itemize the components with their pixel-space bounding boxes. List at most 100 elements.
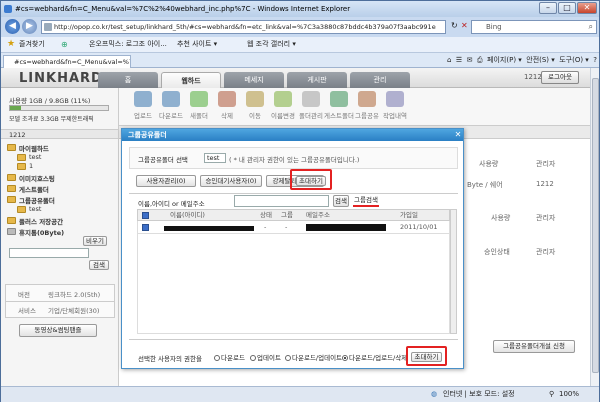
help-icon[interactable]: ? [593, 56, 597, 64]
usage-text: 사용량 1GB / 9.8GB (11%) [9, 97, 91, 105]
dialog-title: 그룹공유폴더 [122, 129, 463, 141]
add-favorite-icon[interactable]: ⊕ [61, 37, 68, 52]
address-text: http://opop.co.kr/test_setup/linkhard_5t… [54, 23, 436, 31]
col-state: 상태 [260, 211, 272, 219]
nav-tab-message[interactable]: 메세지 [224, 72, 284, 88]
nav-tab-board[interactable]: 게시판 [287, 72, 347, 88]
fav-link-2[interactable]: 추천 사이트 ▾ [177, 37, 217, 52]
tree-my-webhard[interactable]: 마이웹하드 [19, 143, 49, 153]
tab-user-manage[interactable]: 사용자관리(0) [136, 175, 196, 187]
tree-image-host[interactable]: 이미지호스팅 [19, 173, 55, 183]
favorites-star-icon: ★ [7, 39, 16, 49]
command-bar: ⌂ ☰ ✉ ⎙ 페이지(P) ▾ 안전(S) ▾ 도구(O) ▾ ? [251, 54, 597, 67]
admin-value: 1212 [536, 180, 554, 188]
nav-tab-webhard[interactable]: 웹하드 [161, 72, 221, 88]
tree-trash[interactable]: 휴지통(0Byte) [19, 227, 64, 237]
tree-plus-storage[interactable]: 플러스 저장공간 [19, 216, 63, 226]
feeds-icon[interactable]: ☰ [456, 56, 462, 64]
tab-label: #cs=webhard&fn=C_Menu&val=%7C%2%40we... [14, 58, 130, 66]
refresh-icon[interactable]: ↻ [451, 21, 458, 30]
browser-tab[interactable]: #cs=webhard&fn=C_Menu&val=%7C%2%40we... [3, 55, 131, 68]
user-search-button[interactable]: 검색 [333, 195, 349, 207]
radio-full[interactable] [342, 355, 348, 361]
print-icon[interactable]: ⎙ [477, 56, 483, 64]
fav-link-1[interactable]: 온오프믹스: 로그조 아이... [89, 37, 167, 52]
back-icon[interactable]: ◀ [5, 19, 20, 34]
perm-option-download-label: 다운로드 [221, 354, 245, 362]
service-info-box: 버전 링크하드 2.0(5th) 서비스 기업/단체회원(30) [5, 284, 115, 318]
tree-my-sub-2[interactable]: 1 [29, 162, 33, 170]
radio-download[interactable] [214, 355, 220, 361]
select-all-checkbox[interactable] [142, 212, 149, 219]
perm-option-download-update[interactable]: 다운로드/업데이트 [285, 352, 342, 362]
invite-button[interactable]: 초대하기 [411, 352, 442, 362]
col-admin-3: 관리자 [536, 248, 556, 256]
search-input[interactable]: Bing ⌕ [471, 20, 597, 34]
dialog-scrollbar[interactable] [450, 209, 457, 334]
address-toolbar: ◀ ▶ http://opop.co.kr/test_setup/linkhar… [1, 17, 599, 37]
col-name: 이름(아이디) [170, 211, 205, 219]
col-group: 그룹 [281, 211, 293, 219]
tab-invite[interactable]: 초대하기 [296, 176, 326, 186]
page-scrollbar[interactable] [590, 68, 599, 386]
search-icon[interactable]: ⌕ [589, 21, 593, 33]
row-checkbox[interactable] [142, 224, 149, 231]
radio-update[interactable] [250, 355, 256, 361]
sync-button[interactable]: 동영상&썸팅팬즐 [19, 324, 97, 337]
home-icon[interactable]: ⌂ [447, 56, 451, 64]
tree-guest-folder[interactable]: 게스트폴더 [19, 184, 49, 194]
mail-icon[interactable]: ✉ [467, 56, 473, 64]
user-search-input[interactable] [234, 195, 329, 207]
perm-option-full[interactable]: 다운로드/업로드/삭제 [342, 352, 407, 362]
col-email: 메일주소 [306, 211, 330, 219]
scroll-thumb[interactable] [592, 78, 599, 373]
zoom-icon[interactable]: ⚲ [549, 387, 554, 402]
search-button-label: 검색 [93, 261, 105, 269]
perm-option-update-label: 업데이트 [257, 354, 281, 362]
radio-download-update[interactable] [285, 355, 291, 361]
safety-menu[interactable]: 안전(S) ▾ [526, 56, 555, 64]
close-button[interactable]: ✕ [577, 2, 597, 14]
tree-group-sub[interactable]: test [29, 205, 41, 213]
page-menu[interactable]: 페이지(P) ▾ [487, 56, 522, 64]
tree-group-share[interactable]: 그룹공유폴더 [19, 195, 55, 205]
tree-my-sub-1[interactable]: test [29, 153, 41, 161]
maximize-button[interactable]: □ [558, 2, 576, 14]
sidebar-search-input[interactable] [9, 248, 89, 258]
toolbar-icon [330, 91, 348, 107]
browser-window: #cs=webhard&fn=C_Menu&val=%7C%2%40webhar… [0, 0, 600, 402]
toolbar-item[interactable]: 작업내역 [379, 91, 411, 120]
nav-tab-admin[interactable]: 관리 [350, 72, 410, 88]
create-group-folder-button[interactable]: 그룹공유폴더개설 신청 [493, 340, 575, 353]
divider [6, 301, 114, 302]
table-row[interactable]: - - 2011/10/01 [137, 221, 450, 234]
sidebar-search-button[interactable]: 검색 [89, 260, 109, 270]
folder-icon [17, 206, 26, 213]
favorites-button[interactable]: 즐겨찾기 [19, 37, 45, 52]
info-label-version: 버전 [18, 291, 30, 299]
address-bar[interactable]: http://opop.co.kr/test_setup/linkhard_5t… [41, 20, 446, 34]
dialog-close-icon[interactable]: ✕ [453, 130, 463, 140]
sidebar-user-header: 1212 [1, 129, 118, 139]
folder-icon [7, 174, 16, 181]
forward-icon[interactable]: ▶ [22, 19, 37, 34]
empty-trash-button[interactable]: 비우기 [83, 236, 107, 246]
site-logo: LINKHARD [19, 71, 103, 86]
logout-button[interactable]: 로그아웃 [541, 71, 579, 84]
tools-menu[interactable]: 도구(O) ▾ [559, 56, 589, 64]
stop-icon[interactable]: ✕ [461, 21, 468, 30]
status-bar: ◍ 인터넷 | 보호 모드: 설정 ⚲ 100% [1, 386, 599, 402]
folder-icon [7, 144, 16, 151]
perm-option-update[interactable]: 업데이트 [250, 352, 281, 362]
tab-pending-users[interactable]: 승인대기사용자(0) [200, 175, 262, 187]
folder-select[interactable]: test [204, 153, 226, 163]
zoom-level[interactable]: 100% [559, 387, 579, 402]
select-note: ( * 내 관리자 권한이 있는 그룹공유폴더입니다.) [229, 156, 360, 164]
toolbar-icon [302, 91, 320, 107]
perm-option-download[interactable]: 다운로드 [214, 352, 245, 362]
nav-tab-home[interactable]: 홈 [98, 72, 158, 88]
group-search-button[interactable]: 그룹검색 [353, 195, 379, 207]
folder-icon [7, 196, 16, 203]
minimize-button[interactable]: – [539, 2, 557, 14]
fav-link-3[interactable]: 웹 조각 갤러리 ▾ [247, 37, 296, 52]
